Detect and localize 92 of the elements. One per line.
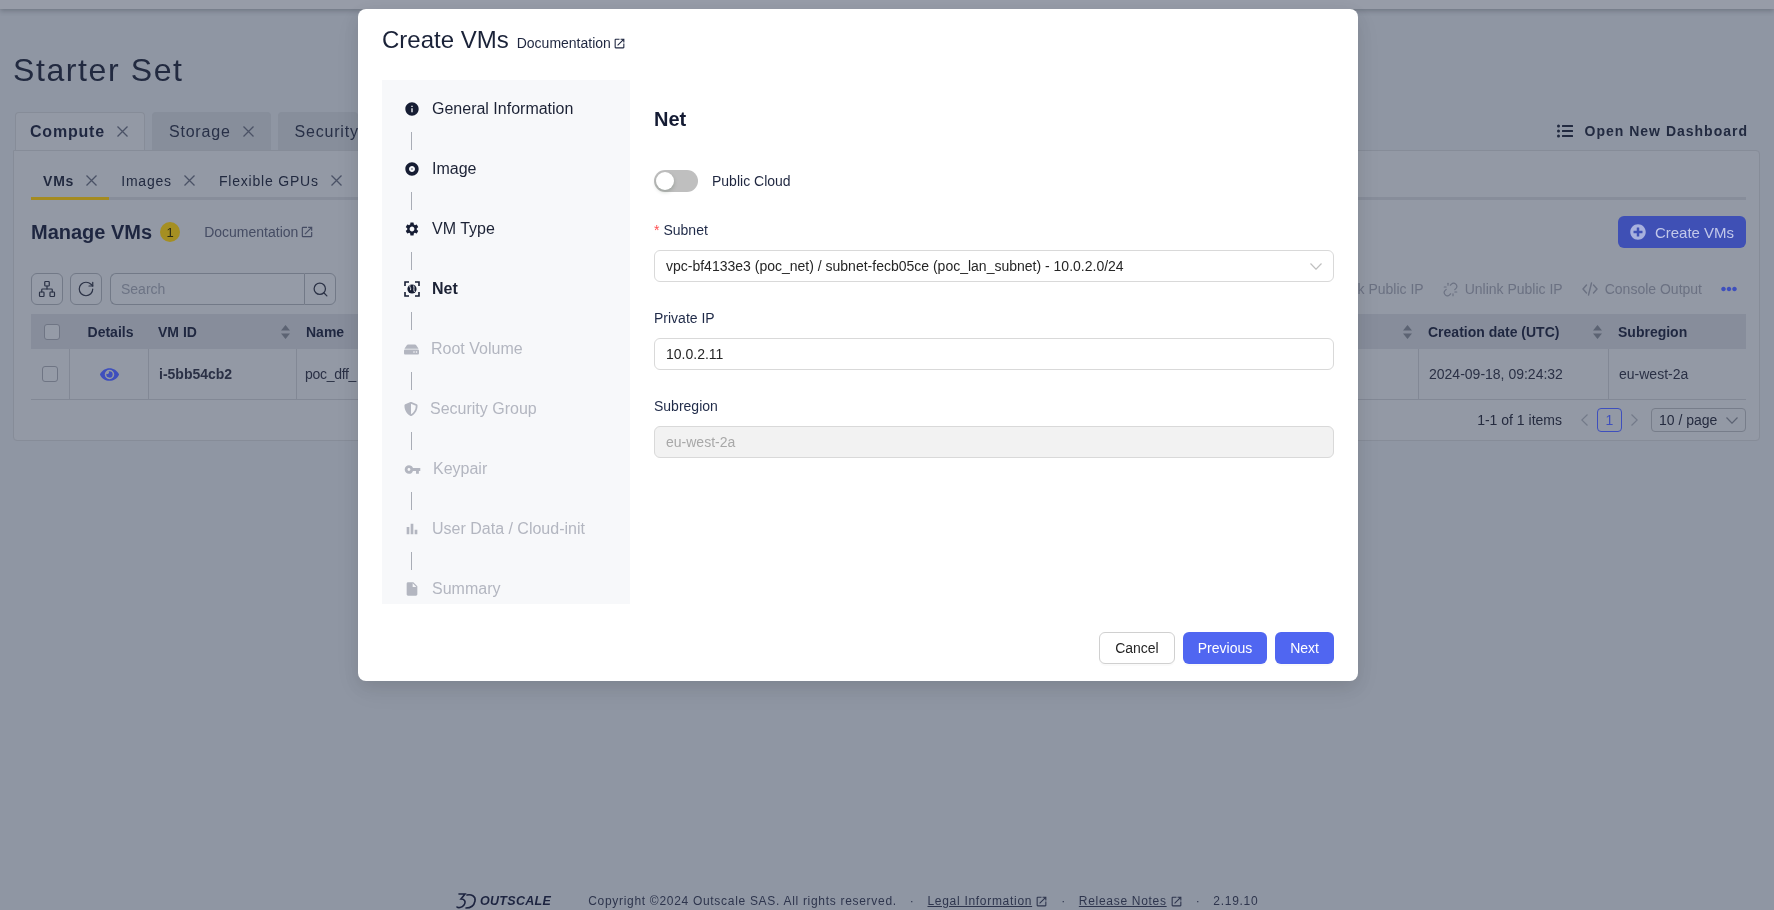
tab[interactable]: Security [277, 112, 358, 150]
code-icon [1581, 282, 1598, 296]
documentation-link[interactable]: Documentation [204, 224, 315, 240]
wizard-step[interactable]: VM Type [404, 217, 495, 241]
sub-tab[interactable]: Flexible GPUs [206, 164, 354, 200]
step-connector [411, 372, 412, 390]
page-size-select[interactable]: 10 / page [1651, 408, 1746, 432]
tab[interactable]: Compute [15, 112, 145, 150]
close-icon[interactable] [183, 175, 195, 186]
select-field[interactable]: vpc-bf4133e3 (poc_net) / subnet-fecb05ce (poc_lan_subnet) - 10.0.2.0/24 [654, 250, 1334, 282]
footer-text: 2.19.10 [1213, 894, 1259, 908]
logo-text: OUTSCALE [480, 894, 552, 908]
checkbox[interactable] [42, 366, 58, 382]
sub-tab[interactable]: VMs [31, 164, 110, 200]
cancel-button[interactable]: Cancel [1099, 632, 1175, 664]
footer-link[interactable]: Legal Information [927, 894, 1049, 908]
column-header: Name [306, 323, 345, 340]
step-connector [411, 192, 412, 210]
logo-icon [456, 892, 478, 910]
required-mark: * [654, 222, 660, 238]
field-label: Private IP [654, 310, 715, 326]
separator-dot: · [909, 894, 915, 908]
refresh-icon [77, 280, 95, 298]
documentation-link[interactable]: Documentation [516, 35, 626, 51]
external-link-icon [1169, 894, 1183, 908]
table-cell: 2024-09-18, 09:24:32 [1429, 366, 1563, 382]
form-heading: Net [654, 107, 687, 132]
search-icon [311, 280, 329, 298]
wizard-step[interactable]: Net [404, 277, 458, 301]
pagination-summary: 1-1 of 1 items [1477, 412, 1562, 428]
modal-title: Create VMs [382, 25, 509, 55]
primary-button[interactable]: Previous [1182, 632, 1268, 664]
network-icon [38, 280, 56, 298]
step-connector [411, 312, 412, 330]
step-connector [411, 252, 412, 270]
chevron-down-icon [1310, 262, 1322, 270]
count-badge: 1 [160, 222, 181, 242]
search-button[interactable] [304, 273, 336, 305]
primary-button[interactable]: Next [1275, 632, 1334, 664]
external-link-icon [300, 225, 315, 239]
list-icon [1556, 123, 1573, 139]
refresh-button[interactable] [70, 273, 102, 305]
file-icon [404, 581, 420, 597]
close-icon[interactable] [330, 175, 342, 186]
shield-icon [404, 402, 418, 416]
chevron-left-icon[interactable] [1581, 414, 1588, 426]
gear-icon [404, 221, 420, 237]
page-title: Starter Set [13, 51, 184, 90]
column-header: Subregion [1618, 323, 1688, 340]
create-vms-button[interactable]: Create VMs [1618, 216, 1746, 248]
close-icon[interactable] [86, 175, 98, 186]
footer-text: Copyright ©2024 Outscale SAS. All rights reserved. [588, 894, 897, 908]
open-dashboard-button[interactable]: Open New Dashboard [1556, 112, 1748, 150]
page-button[interactable]: 1 [1597, 408, 1622, 432]
column-header: Details [87, 323, 134, 340]
wizard-step[interactable]: Image [404, 157, 477, 181]
table-cell: eu-west-2a [1619, 366, 1689, 382]
separator-dot: · [1195, 894, 1201, 908]
tab[interactable]: Storage [151, 112, 271, 150]
info-icon [404, 101, 420, 117]
sub-tab[interactable]: Images [109, 164, 207, 200]
sort-icon[interactable] [1403, 324, 1412, 339]
globe-icon [404, 281, 420, 297]
step-connector [411, 492, 412, 510]
external-link-icon [1035, 894, 1049, 908]
field-label: Subregion [654, 398, 718, 414]
column-header: VM ID [158, 323, 197, 340]
chevron-right-icon[interactable] [1631, 414, 1638, 426]
step-connector [411, 552, 412, 570]
tree-view-button[interactable] [31, 273, 63, 305]
wizard-step[interactable]: General Information [404, 97, 574, 121]
step-connector [411, 132, 412, 150]
close-icon[interactable] [116, 126, 128, 137]
sort-icon[interactable] [1593, 324, 1602, 339]
sort-icon[interactable] [281, 324, 290, 339]
step-connector [411, 432, 412, 450]
separator-dot: · [1061, 894, 1066, 908]
field-label: Subnet [663, 222, 708, 238]
bar-chart-icon [404, 521, 420, 537]
toggle-switch[interactable] [654, 170, 698, 192]
close-icon[interactable] [242, 126, 254, 137]
broken-link-icon [1442, 281, 1458, 297]
table-cell: i-5bb54cb2 [159, 366, 233, 382]
section-title: Manage VMs [31, 220, 153, 244]
footer-link[interactable]: Release Notes [1078, 894, 1183, 908]
chevron-down-icon [1726, 416, 1738, 424]
input-field[interactable]: 10.0.2.11 [654, 338, 1334, 370]
table-cell: poc_dff_ [305, 366, 357, 382]
checkbox[interactable] [44, 323, 60, 340]
toggle-label: Public Cloud [712, 173, 791, 189]
column-header: Creation date (UTC) [1428, 323, 1560, 340]
external-link-icon [612, 36, 626, 50]
